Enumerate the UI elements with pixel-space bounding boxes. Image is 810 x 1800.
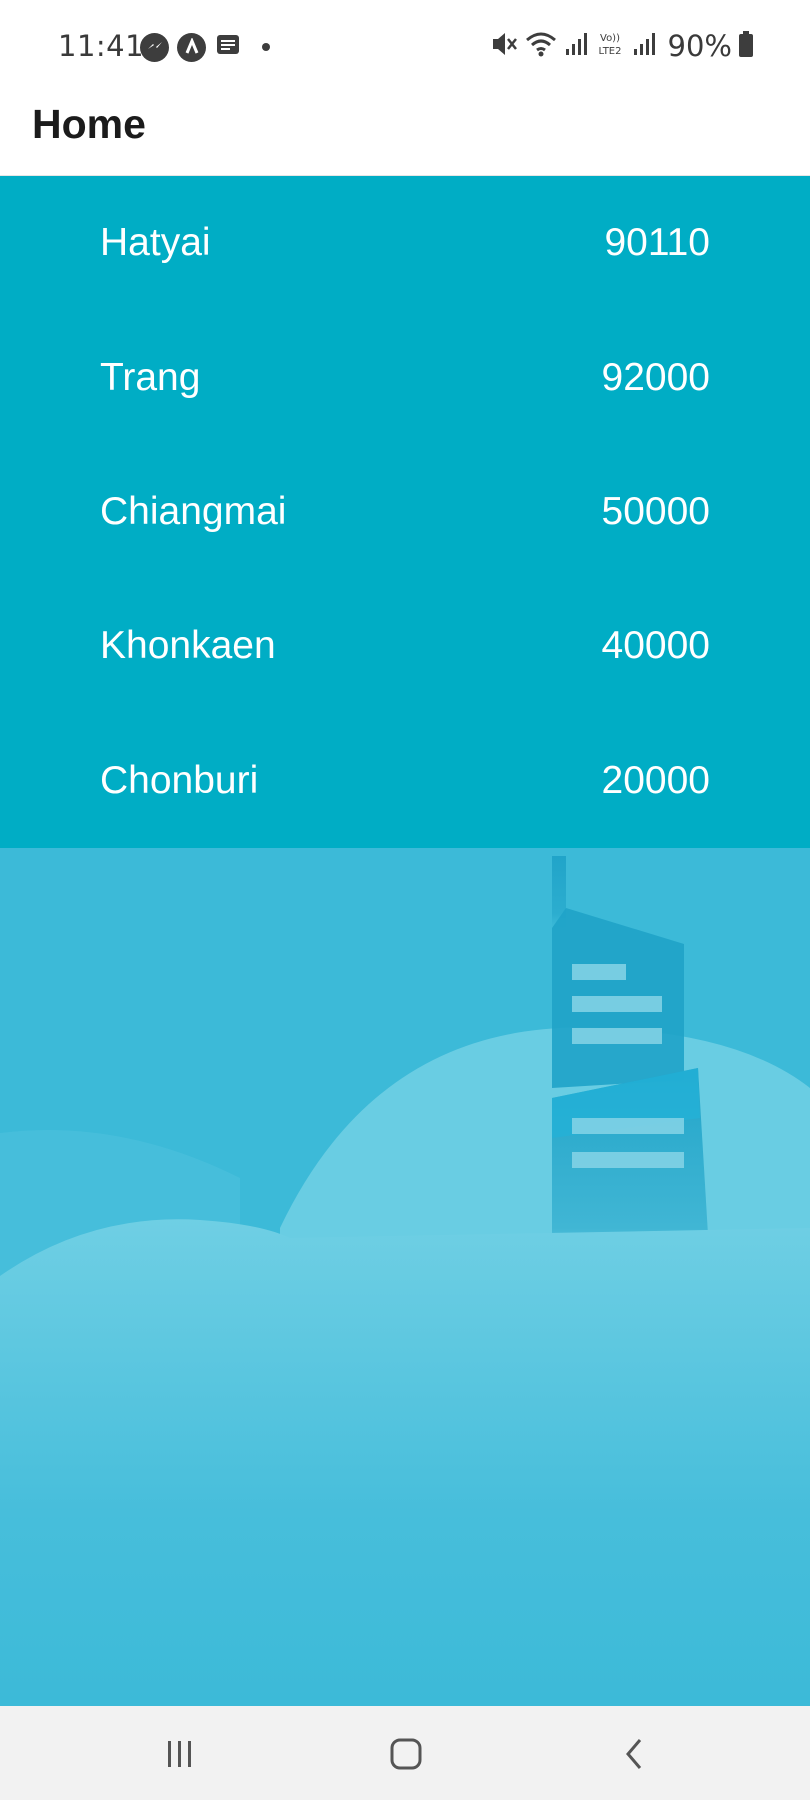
city-name: Chiangmai <box>100 489 287 533</box>
background-illustration <box>0 848 810 1706</box>
messenger-icon <box>140 32 169 62</box>
alert-app-icon <box>177 32 206 62</box>
list-item[interactable]: Hatyai 90110 <box>0 176 810 310</box>
status-bar: 11:41 Vo)) LTE2 90% <box>0 0 810 92</box>
message-icon <box>214 31 242 63</box>
postal-code: 90110 <box>604 221 710 265</box>
list-item[interactable]: Chonburi 20000 <box>0 714 810 848</box>
cityscape-illustration <box>0 856 810 1706</box>
recents-icon[interactable] <box>158 1732 202 1776</box>
battery-icon <box>738 29 754 63</box>
city-name: Trang <box>100 355 201 399</box>
wifi-icon <box>524 29 558 63</box>
system-icons: Vo)) LTE2 90% <box>490 28 754 64</box>
home-icon[interactable] <box>384 1732 428 1776</box>
system-nav-bar <box>0 1706 810 1800</box>
page-title: Home <box>32 101 146 147</box>
volte-icon: Vo)) LTE2 <box>594 29 626 63</box>
back-icon[interactable] <box>612 1732 656 1776</box>
battery-percent: 90% <box>667 29 732 63</box>
city-list: Hatyai 90110 Trang 92000 Chiangmai 50000… <box>0 176 810 848</box>
more-notifications-dot <box>262 43 270 51</box>
city-name: Chonburi <box>100 758 259 802</box>
city-name: Hatyai <box>100 221 211 265</box>
signal-icon <box>564 29 588 63</box>
postal-code: 50000 <box>601 489 710 533</box>
list-item[interactable]: Khonkaen 40000 <box>0 579 810 713</box>
signal-icon <box>632 29 656 63</box>
svg-text:Vo)): Vo)) <box>600 33 620 44</box>
postal-code: 92000 <box>601 355 710 399</box>
mute-icon <box>490 29 518 63</box>
notification-icons <box>140 30 270 64</box>
svg-text:LTE2: LTE2 <box>598 46 621 57</box>
city-name: Khonkaen <box>100 624 276 668</box>
postal-code: 20000 <box>601 758 710 802</box>
app-bar: Home <box>0 92 810 176</box>
list-item[interactable]: Trang 92000 <box>0 310 810 444</box>
postal-code: 40000 <box>601 624 710 668</box>
status-time: 11:41 <box>58 29 145 63</box>
list-item[interactable]: Chiangmai 50000 <box>0 445 810 579</box>
